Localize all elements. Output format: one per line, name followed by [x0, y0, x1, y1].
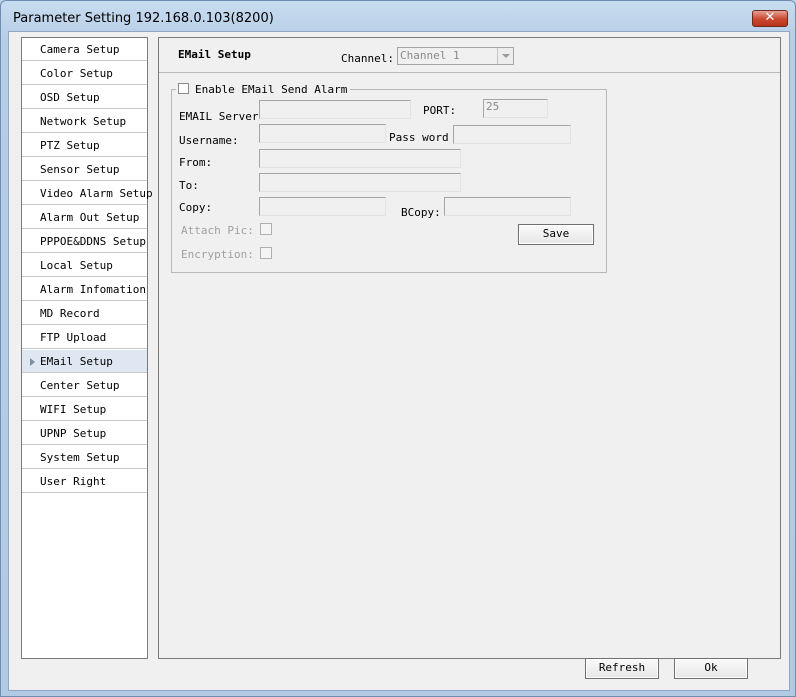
- copy-field[interactable]: [259, 197, 386, 216]
- sidebar-item-pppoe-ddns-setup[interactable]: PPPOE&DDNS Setup: [22, 230, 147, 253]
- sidebar-item-wifi-setup[interactable]: WIFI Setup: [22, 398, 147, 421]
- email-server-label: EMAIL Server: [179, 110, 259, 123]
- attach-pic-checkbox[interactable]: [260, 223, 272, 235]
- sidebar-item-network-setup[interactable]: Network Setup: [22, 110, 147, 133]
- from-label: From:: [179, 156, 213, 169]
- password-field[interactable]: [453, 125, 571, 144]
- selected-arrow-icon: [30, 358, 35, 366]
- email-setup-panel: EMail Setup Channel: Channel 1 Enable EM…: [158, 37, 781, 659]
- sidebar-item-system-setup[interactable]: System Setup: [22, 446, 147, 469]
- sidebar-item-label: UPNP Setup: [40, 427, 107, 440]
- page-title: EMail Setup: [178, 48, 251, 61]
- sidebar-item-label: PPPOE&DDNS Setup: [40, 235, 146, 248]
- sidebar-item-osd-setup[interactable]: OSD Setup: [22, 86, 147, 109]
- client-area: Camera Setup Color Setup OSD Setup Netwo…: [8, 31, 790, 691]
- sidebar-item-label: FTP Upload: [40, 331, 107, 344]
- sidebar: Camera Setup Color Setup OSD Setup Netwo…: [21, 37, 153, 659]
- sidebar-item-center-setup[interactable]: Center Setup: [22, 374, 147, 397]
- sidebar-item-label: Alarm Infomation: [40, 283, 146, 296]
- header-divider: [159, 72, 780, 73]
- refresh-button[interactable]: Refresh: [585, 658, 659, 679]
- sidebar-item-email-setup[interactable]: EMail Setup: [22, 350, 147, 373]
- channel-select[interactable]: Channel 1: [397, 47, 514, 65]
- password-label: Pass word: [389, 131, 449, 144]
- chevron-down-icon[interactable]: [497, 48, 513, 64]
- sidebar-item-label: EMail Setup: [40, 355, 113, 368]
- sidebar-item-label: MD Record: [40, 307, 100, 320]
- sidebar-item-label: PTZ Setup: [40, 139, 100, 152]
- sidebar-item-alarm-out-setup[interactable]: Alarm Out Setup: [22, 206, 147, 229]
- sidebar-item-label: Color Setup: [40, 67, 113, 80]
- sidebar-item-local-setup[interactable]: Local Setup: [22, 254, 147, 277]
- bcopy-field[interactable]: [444, 197, 571, 216]
- channel-value: Channel 1: [400, 49, 460, 62]
- port-field[interactable]: 25: [483, 99, 548, 118]
- email-alarm-groupbox: Enable EMail Send Alarm EMAIL Server POR…: [171, 83, 607, 273]
- close-button[interactable]: ✕: [752, 10, 788, 27]
- sidebar-item-color-setup[interactable]: Color Setup: [22, 62, 147, 85]
- checkbox-icon[interactable]: [178, 83, 189, 94]
- username-field[interactable]: [259, 124, 386, 143]
- copy-label: Copy:: [179, 201, 213, 214]
- sidebar-item-label: Local Setup: [40, 259, 113, 272]
- username-label: Username:: [179, 134, 239, 147]
- sidebar-item-label: Network Setup: [40, 115, 127, 128]
- sidebar-item-label: Center Setup: [40, 379, 120, 392]
- sidebar-item-label: Video Alarm Setup: [40, 187, 153, 200]
- sidebar-item-label: Alarm Out Setup: [40, 211, 140, 224]
- bcopy-label: BCopy:: [401, 206, 441, 219]
- sidebar-item-label: WIFI Setup: [40, 403, 107, 416]
- channel-label: Channel:: [341, 52, 394, 65]
- encryption-label: Encryption:: [181, 248, 254, 261]
- sidebar-item-user-right[interactable]: User Right: [22, 470, 147, 493]
- ok-button[interactable]: Ok: [674, 658, 748, 679]
- to-label: To:: [179, 179, 199, 192]
- to-field[interactable]: [259, 173, 461, 192]
- port-label: PORT:: [423, 104, 457, 117]
- sidebar-item-label: OSD Setup: [40, 91, 100, 104]
- sidebar-item-ptz-setup[interactable]: PTZ Setup: [22, 134, 147, 157]
- sidebar-item-label: System Setup: [40, 451, 120, 464]
- attach-pic-label: Attach Pic:: [181, 224, 254, 237]
- save-button[interactable]: Save: [518, 224, 594, 245]
- enable-email-label: Enable EMail Send Alarm: [195, 83, 348, 96]
- sidebar-item-video-alarm-setup[interactable]: Video Alarm Setup: [22, 182, 153, 205]
- sidebar-item-md-record[interactable]: MD Record: [22, 302, 147, 325]
- sidebar-item-sensor-setup[interactable]: Sensor Setup: [22, 158, 147, 181]
- sidebar-item-camera-setup[interactable]: Camera Setup: [22, 38, 147, 61]
- window-title: Parameter Setting 192.168.0.103(8200): [13, 11, 274, 26]
- from-field[interactable]: [259, 149, 461, 168]
- title-bar[interactable]: Parameter Setting 192.168.0.103(8200) ✕: [1, 1, 795, 35]
- sidebar-item-label: Camera Setup: [40, 43, 120, 56]
- sidebar-item-upnp-setup[interactable]: UPNP Setup: [22, 422, 147, 445]
- parameter-setting-window: Parameter Setting 192.168.0.103(8200) ✕ …: [0, 0, 796, 697]
- email-server-field[interactable]: [259, 100, 411, 119]
- encryption-checkbox[interactable]: [260, 247, 272, 259]
- sidebar-item-ftp-upload[interactable]: FTP Upload: [22, 326, 147, 349]
- enable-email-alarm-checkbox[interactable]: Enable EMail Send Alarm: [176, 83, 351, 97]
- sidebar-item-label: User Right: [40, 475, 107, 488]
- sidebar-item-alarm-information[interactable]: Alarm Infomation: [22, 278, 147, 301]
- sidebar-item-label: Sensor Setup: [40, 163, 120, 176]
